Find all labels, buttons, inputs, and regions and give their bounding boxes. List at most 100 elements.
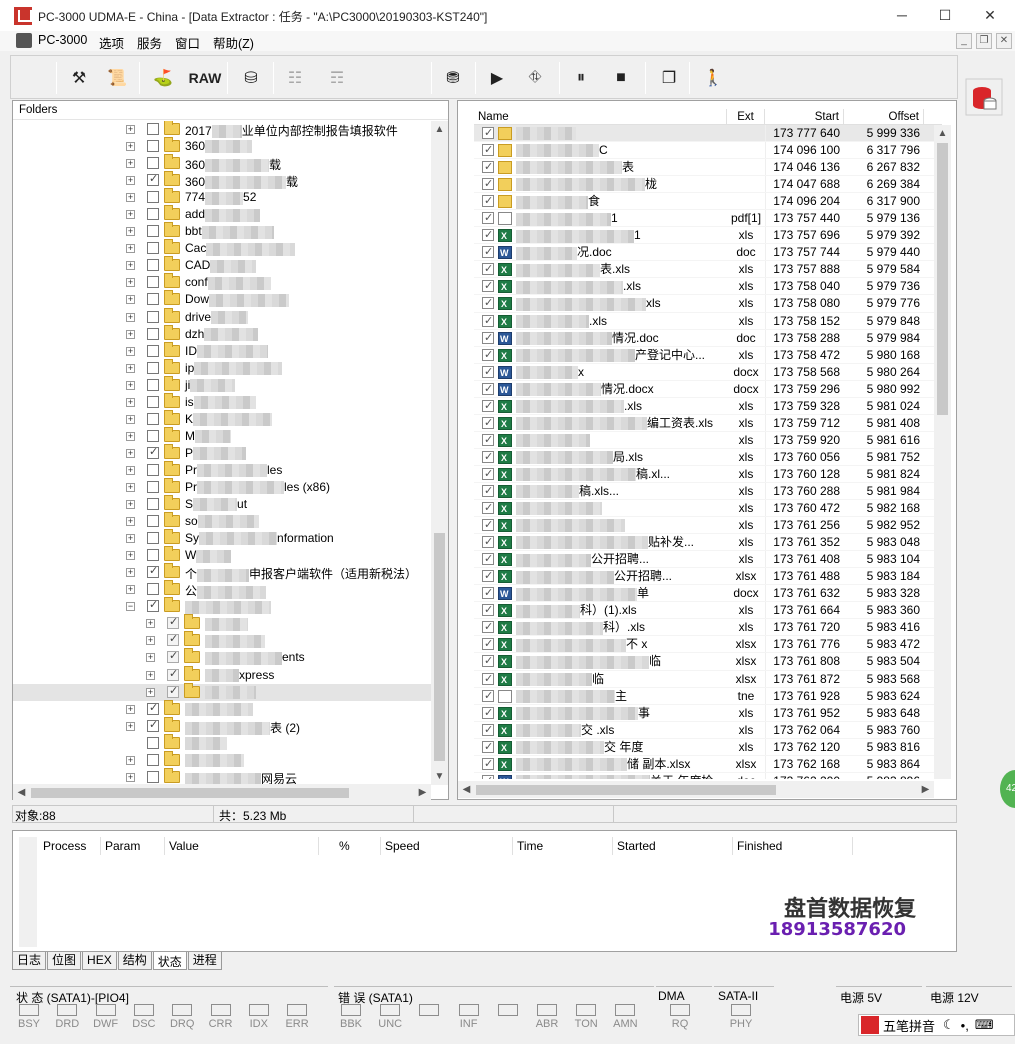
folder-label[interactable]: Sy nformation bbox=[185, 531, 334, 546]
minimize-button[interactable]: ─ bbox=[880, 4, 924, 26]
col-value[interactable]: Value bbox=[165, 837, 319, 855]
folder-checkbox[interactable] bbox=[147, 564, 159, 579]
tree-row[interactable]: +360 bbox=[13, 137, 433, 155]
tree-row[interactable]: + xpress bbox=[13, 665, 433, 684]
file-checkbox[interactable] bbox=[482, 551, 494, 567]
folder-checkbox[interactable] bbox=[147, 429, 159, 442]
folder-label[interactable]: drive bbox=[185, 310, 249, 324]
file-checkbox[interactable] bbox=[482, 705, 494, 721]
tree-row[interactable]: + bbox=[13, 614, 433, 632]
folder-label[interactable] bbox=[205, 633, 265, 648]
tree-row[interactable]: +774 52 bbox=[13, 188, 433, 206]
ime-toolbar[interactable]: 五笔拼音 ☾ •, ⌨ bbox=[858, 1014, 1015, 1036]
folder-label[interactable]: Pr les bbox=[185, 463, 282, 478]
folder-checkbox[interactable] bbox=[147, 225, 159, 238]
folder-checkbox[interactable] bbox=[147, 480, 159, 493]
file-name-cell[interactable]: 食 bbox=[474, 193, 727, 209]
file-name-cell[interactable]: 栊 bbox=[474, 176, 727, 192]
expand-icon[interactable]: + bbox=[146, 653, 155, 663]
tab-log[interactable]: 日志 bbox=[12, 952, 47, 970]
raw-button[interactable]: RAW bbox=[187, 64, 223, 92]
tree-row[interactable]: + bbox=[13, 631, 433, 649]
file-checkbox[interactable] bbox=[482, 193, 494, 209]
folder-checkbox[interactable] bbox=[147, 361, 159, 374]
folder-checkbox[interactable] bbox=[147, 172, 159, 187]
folder-label[interactable] bbox=[185, 702, 253, 716]
file-checkbox[interactable] bbox=[482, 773, 494, 779]
file-checkbox[interactable] bbox=[482, 722, 494, 738]
folder-checkbox[interactable] bbox=[147, 736, 159, 749]
folder-label[interactable]: M bbox=[185, 429, 231, 444]
folder-label[interactable]: ji bbox=[185, 378, 236, 393]
folder-checkbox[interactable] bbox=[147, 549, 159, 562]
tree-row[interactable]: + M bbox=[13, 426, 433, 445]
expand-icon[interactable]: + bbox=[126, 482, 135, 492]
mdi-close-button[interactable]: ✕ bbox=[996, 33, 1012, 49]
file-checkbox[interactable] bbox=[482, 756, 494, 772]
file-row[interactable]: xls 173 760 472 5 982 168 bbox=[474, 500, 942, 518]
play-icon[interactable]: ▶ bbox=[483, 64, 511, 92]
file-checkbox[interactable] bbox=[482, 295, 494, 311]
expand-icon[interactable]: + bbox=[126, 431, 135, 441]
file-row[interactable]: 储 副本.xlsx xlsx 173 762 168 5 983 864 bbox=[474, 755, 942, 773]
expand-icon[interactable]: + bbox=[126, 704, 135, 714]
folder-label[interactable]: 个 申报客户端软件（适用新税法） bbox=[185, 565, 417, 582]
folder-checkbox[interactable] bbox=[147, 327, 159, 340]
file-checkbox[interactable] bbox=[482, 244, 494, 260]
file-name-cell[interactable] bbox=[474, 125, 727, 141]
file-row[interactable]: C 174 096 100 6 317 796 bbox=[474, 142, 942, 160]
file-row[interactable]: 科）.xls xls 173 761 720 5 983 416 bbox=[474, 619, 942, 637]
side-badge[interactable]: 42 bbox=[1000, 770, 1015, 808]
file-row[interactable]: 表.xls xls 173 757 888 5 979 584 bbox=[474, 261, 942, 279]
scroll-down-arrow-icon[interactable]: ▼ bbox=[431, 768, 448, 785]
folder-label[interactable]: bbt bbox=[185, 224, 274, 239]
tools-icon[interactable]: ⚒ bbox=[65, 64, 93, 92]
expand-icon[interactable]: + bbox=[126, 295, 135, 305]
stop-icon[interactable]: ■ bbox=[607, 64, 635, 92]
tab-status[interactable]: 状态 bbox=[152, 952, 187, 970]
folder-label[interactable]: 360 bbox=[185, 139, 253, 154]
folder-checkbox[interactable] bbox=[147, 242, 159, 255]
network-icon[interactable]: ⛗ bbox=[521, 64, 549, 92]
file-row[interactable]: 交 .xls xls 173 762 064 5 983 760 bbox=[474, 721, 942, 739]
folder-label[interactable]: 360 载 bbox=[185, 173, 298, 190]
folder-checkbox[interactable] bbox=[147, 412, 159, 425]
folder-label[interactable]: ID bbox=[185, 344, 268, 358]
file-name-cell[interactable]: 临 bbox=[474, 653, 727, 670]
file-name-cell[interactable]: 科）(1).xls bbox=[474, 602, 727, 618]
file-checkbox[interactable] bbox=[482, 517, 494, 533]
folder-label[interactable] bbox=[185, 599, 271, 614]
tree-row[interactable]: + bbox=[13, 682, 433, 701]
expand-icon[interactable]: + bbox=[126, 380, 135, 390]
tree-row[interactable]: + dzh bbox=[13, 324, 433, 343]
folder-checkbox[interactable] bbox=[147, 123, 159, 135]
folder-label[interactable]: 774 52 bbox=[185, 190, 256, 205]
folder-checkbox[interactable] bbox=[147, 259, 159, 272]
file-row[interactable]: 临 xlsx 173 761 808 5 983 504 bbox=[474, 653, 942, 671]
folder-label[interactable]: xpress bbox=[205, 668, 274, 682]
copy-windows-icon[interactable]: ❐ bbox=[655, 64, 683, 92]
folders-hscrollbar[interactable]: ◀ ▶ bbox=[13, 784, 431, 801]
file-checkbox[interactable] bbox=[482, 534, 494, 550]
expand-icon[interactable]: + bbox=[126, 448, 135, 458]
col-start-header[interactable]: Start bbox=[765, 109, 844, 124]
ime-mode-label[interactable]: 五笔拼音 bbox=[883, 1016, 935, 1035]
menu-options[interactable]: 选项 bbox=[99, 33, 124, 52]
close-button[interactable]: ✕ bbox=[968, 4, 1012, 26]
expand-icon[interactable]: + bbox=[126, 534, 135, 544]
folder-checkbox[interactable] bbox=[147, 140, 159, 153]
tree-row[interactable]: + K bbox=[13, 409, 433, 428]
file-checkbox[interactable] bbox=[482, 739, 494, 755]
folder-checkbox[interactable] bbox=[147, 718, 159, 732]
tree-row[interactable]: + bbox=[13, 699, 433, 718]
file-row[interactable]: 1 pdf[1]173 757 440 5 979 136 bbox=[474, 210, 942, 228]
maximize-button[interactable]: ☐ bbox=[923, 4, 967, 26]
exit-door-icon[interactable]: 🚶 bbox=[699, 64, 727, 92]
file-row[interactable]: 主 tne 173 761 928 5 983 624 bbox=[474, 687, 942, 705]
folder-label[interactable] bbox=[185, 753, 244, 768]
expand-icon[interactable]: + bbox=[126, 278, 135, 288]
file-name-cell[interactable]: 交 年度 bbox=[474, 739, 727, 755]
tree-row[interactable]: +P bbox=[13, 443, 433, 462]
file-checkbox[interactable] bbox=[482, 125, 494, 141]
folder-label[interactable]: so bbox=[185, 514, 259, 529]
